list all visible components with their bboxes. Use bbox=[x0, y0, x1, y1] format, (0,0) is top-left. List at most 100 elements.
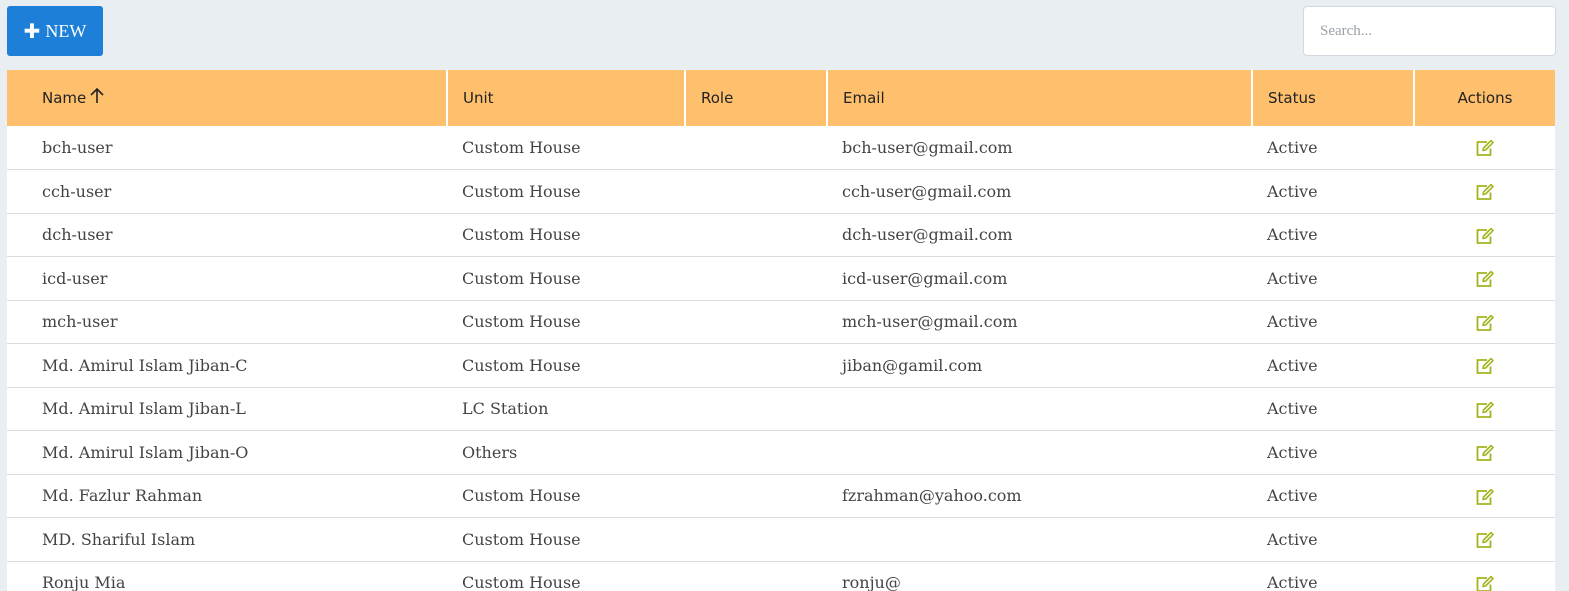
table-row: Md. Amirul Islam Jiban-O Others Active bbox=[7, 431, 1555, 475]
table-row: Md. Fazlur Rahman Custom House fzrahman@ya… bbox=[7, 474, 1555, 518]
table-body: bch-user Custom House bch-user@gmail.com Ac… bbox=[7, 126, 1555, 591]
cell-actions bbox=[1414, 300, 1555, 344]
cell-unit: Custom House bbox=[462, 225, 581, 245]
cell-name: mch-user bbox=[42, 312, 118, 332]
cell-unit: Custom House bbox=[462, 573, 581, 591]
column-header-email-label: Email bbox=[843, 89, 885, 107]
cell-status: Active bbox=[1267, 355, 1318, 375]
column-header-actions-label: Actions bbox=[1457, 89, 1513, 107]
cell-unit: Custom House bbox=[462, 529, 581, 549]
cell-name: Md. Fazlur Rahman bbox=[42, 486, 203, 506]
cell-email: dch-user@gmail.com bbox=[842, 225, 1013, 245]
column-header-unit-label: Unit bbox=[463, 89, 494, 107]
edit-icon[interactable] bbox=[1475, 139, 1495, 157]
table-row: cch-user Custom House cch-user@gmail.com Ac… bbox=[7, 170, 1555, 214]
cell-role bbox=[685, 126, 827, 170]
cell-email: jiban@gamil.com bbox=[842, 355, 983, 375]
users-table: Name Unit Role Email Status Actions bch-… bbox=[7, 70, 1555, 591]
cell-actions bbox=[1414, 474, 1555, 518]
table-row: mch-user Custom House mch-user@gmail.com Ac… bbox=[7, 300, 1555, 344]
column-header-email[interactable]: Email bbox=[827, 70, 1253, 126]
cell-email: mch-user@gmail.com bbox=[842, 312, 1018, 332]
cell-status: Active bbox=[1267, 225, 1318, 245]
cell-unit: LC Station bbox=[462, 399, 549, 419]
cell-unit: Custom House bbox=[462, 486, 581, 506]
cell-unit: Others bbox=[462, 442, 518, 462]
edit-icon[interactable] bbox=[1475, 531, 1495, 549]
table-header: Name Unit Role Email Status Actions bbox=[7, 70, 1555, 126]
cell-status: Active bbox=[1267, 138, 1318, 157]
cell-status: Active bbox=[1267, 312, 1318, 332]
cell-actions bbox=[1414, 170, 1555, 214]
cell-status: Active bbox=[1267, 486, 1318, 506]
cell-role bbox=[685, 344, 827, 388]
cell-email: icd-user@gmail.com bbox=[842, 268, 1008, 288]
cell-status: Active bbox=[1267, 529, 1318, 549]
edit-icon[interactable] bbox=[1475, 183, 1495, 201]
cell-role bbox=[685, 170, 827, 214]
cell-role bbox=[685, 518, 827, 562]
cell-email: cch-user@gmail.com bbox=[842, 181, 1012, 201]
cell-role bbox=[685, 387, 827, 431]
edit-icon[interactable] bbox=[1475, 575, 1495, 591]
cell-actions bbox=[1414, 387, 1555, 431]
toolbar: ✚ NEW bbox=[0, 0, 1569, 70]
new-button[interactable]: ✚ NEW bbox=[7, 6, 103, 56]
table-row: MD. Shariful Islam Custom House Active bbox=[7, 518, 1555, 562]
cell-actions bbox=[1414, 431, 1555, 475]
search-input[interactable] bbox=[1303, 6, 1556, 56]
plus-icon: ✚ bbox=[23, 19, 41, 43]
cell-email bbox=[827, 387, 1252, 431]
cell-unit: Custom House bbox=[462, 181, 581, 201]
arrow-up-icon bbox=[90, 87, 104, 108]
cell-name: Md. Amirul Islam Jiban-C bbox=[42, 355, 248, 375]
new-button-label: NEW bbox=[45, 20, 87, 41]
cell-email: bch-user@gmail.com bbox=[842, 138, 1013, 157]
cell-name: bch-user bbox=[42, 138, 113, 157]
edit-icon[interactable] bbox=[1475, 401, 1495, 419]
cell-role bbox=[685, 474, 827, 518]
edit-icon[interactable] bbox=[1475, 357, 1495, 375]
cell-unit: Custom House bbox=[462, 138, 581, 157]
column-header-role[interactable]: Role bbox=[685, 70, 828, 126]
cell-status: Active bbox=[1267, 268, 1318, 288]
cell-actions bbox=[1414, 561, 1555, 591]
cell-actions bbox=[1414, 257, 1555, 301]
column-header-status-label: Status bbox=[1268, 89, 1316, 107]
cell-actions bbox=[1414, 518, 1555, 562]
cell-status: Active bbox=[1267, 181, 1318, 201]
cell-name: Ronju Mia bbox=[42, 573, 126, 591]
cell-status: Active bbox=[1267, 573, 1318, 591]
cell-status: Active bbox=[1267, 442, 1318, 462]
cell-actions bbox=[1414, 213, 1555, 257]
edit-icon[interactable] bbox=[1475, 227, 1495, 245]
cell-name: cch-user bbox=[42, 181, 112, 201]
cell-email: fzrahman@yahoo.com bbox=[842, 486, 1022, 506]
column-header-status[interactable]: Status bbox=[1252, 70, 1415, 126]
column-header-name-label: Name bbox=[42, 89, 87, 107]
column-header-unit[interactable]: Unit bbox=[447, 70, 686, 126]
table-row: dch-user Custom House dch-user@gmail.com Ac… bbox=[7, 213, 1555, 257]
cell-unit: Custom House bbox=[462, 355, 581, 375]
cell-unit: Custom House bbox=[462, 312, 581, 332]
edit-icon[interactable] bbox=[1475, 488, 1495, 506]
table-row: Md. Amirul Islam Jiban-C Custom House jiba… bbox=[7, 344, 1555, 388]
cell-role bbox=[685, 300, 827, 344]
cell-name: icd-user bbox=[42, 268, 108, 288]
cell-name: Md. Amirul Islam Jiban-L bbox=[42, 399, 246, 419]
table-row: bch-user Custom House bch-user@gmail.com Ac… bbox=[7, 126, 1555, 170]
edit-icon[interactable] bbox=[1475, 314, 1495, 332]
cell-email bbox=[827, 518, 1252, 562]
cell-name: dch-user bbox=[42, 225, 113, 245]
table-row: icd-user Custom House icd-user@gmail.com Ac… bbox=[7, 257, 1555, 301]
cell-unit: Custom House bbox=[462, 268, 581, 288]
edit-icon[interactable] bbox=[1475, 270, 1495, 288]
cell-email: ronju@ bbox=[842, 573, 901, 591]
cell-role bbox=[685, 431, 827, 475]
cell-role bbox=[685, 213, 827, 257]
cell-role bbox=[685, 257, 827, 301]
edit-icon[interactable] bbox=[1475, 444, 1495, 462]
column-header-actions: Actions bbox=[1414, 70, 1555, 126]
column-header-name[interactable]: Name bbox=[7, 70, 448, 126]
cell-role bbox=[685, 561, 827, 591]
